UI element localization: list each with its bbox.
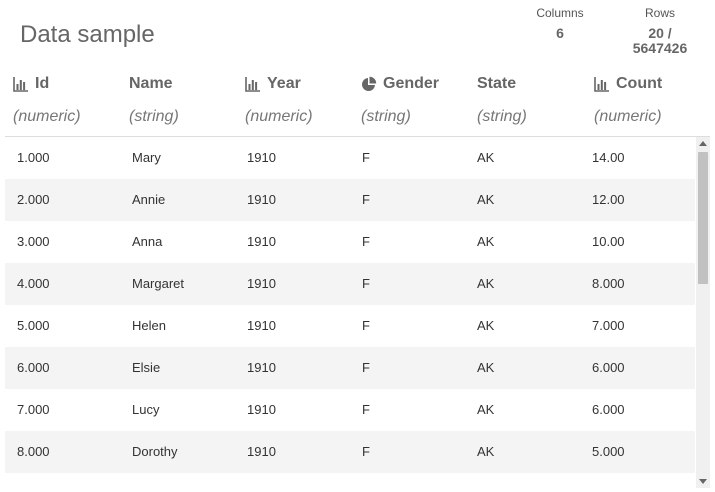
cell-year: 1910	[247, 192, 276, 207]
cell-name: Helen	[132, 318, 166, 333]
columns-label: Columns	[536, 6, 584, 20]
column-type: (numeric)	[245, 108, 313, 125]
column-name-text: Gender	[383, 75, 440, 92]
bar-chart-icon	[13, 76, 29, 92]
table-header: Id (numeric) Name (string) Year (numeric) Gend…	[5, 64, 710, 137]
column-name-text: Count	[616, 75, 663, 92]
cell-year: 1910	[247, 360, 276, 375]
cell-year: 1910	[247, 234, 276, 249]
scroll-down-arrow-icon[interactable]	[699, 479, 707, 484]
cell-id: 1.000	[17, 150, 50, 165]
cell-id: 6.000	[17, 360, 50, 375]
table-body[interactable]: 1.000 Mary 1910 F AK 14.00 2.000 Annie 1910 F AK 12…	[5, 137, 695, 473]
table-row[interactable]: 7.000 Lucy 1910 F AK 6.000	[5, 389, 695, 431]
column-type: (numeric)	[594, 108, 662, 125]
table-row[interactable]: 3.000 Anna 1910 F AK 10.00	[5, 221, 695, 263]
cell-gender: F	[362, 444, 370, 459]
rows-count: 20 / 5647426	[620, 26, 700, 56]
scroll-thumb[interactable]	[698, 152, 708, 284]
columns-count: 6	[556, 25, 564, 41]
cell-state: AK	[477, 318, 495, 333]
column-name-text: Name	[129, 75, 173, 92]
cell-year: 1910	[247, 150, 276, 165]
column-name: Name	[129, 74, 173, 94]
cell-id: 8.000	[17, 444, 50, 459]
cell-year: 1910	[247, 276, 276, 291]
bar-chart-icon	[245, 76, 261, 92]
column-type: (string)	[361, 108, 411, 125]
cell-state: AK	[477, 276, 495, 291]
column-name: Year	[245, 74, 301, 94]
column-name: Gender	[361, 74, 439, 94]
page-title: Data sample	[20, 21, 155, 48]
table-row[interactable]: 5.000 Helen 1910 F AK 7.000	[5, 305, 695, 347]
cell-id: 7.000	[17, 402, 50, 417]
cell-id: 5.000	[17, 318, 50, 333]
cell-id: 2.000	[17, 192, 50, 207]
rows-label: Rows	[644, 6, 675, 20]
cell-count: 12.00	[592, 192, 625, 207]
column-name-text: Year	[267, 75, 301, 92]
cell-id: 4.000	[17, 276, 50, 291]
table-row[interactable]: 1.000 Mary 1910 F AK 14.00	[5, 137, 695, 179]
cell-count: 10.00	[592, 234, 625, 249]
column-name-text: State	[477, 75, 517, 92]
column-name-text: Id	[35, 75, 50, 92]
cell-id: 3.000	[17, 234, 50, 249]
cell-gender: F	[362, 234, 370, 249]
cell-state: AK	[477, 234, 495, 249]
rows-stat: Rows 20 / 5647426	[620, 6, 700, 56]
cell-year: 1910	[247, 402, 276, 417]
cell-gender: F	[362, 150, 370, 165]
cell-gender: F	[362, 318, 370, 333]
cell-name: Anna	[132, 234, 163, 249]
column-type: (numeric)	[13, 108, 81, 125]
table-row[interactable]: 6.000 Elsie 1910 F AK 6.000	[5, 347, 695, 389]
table-row[interactable]: 4.000 Margaret 1910 F AK 8.000	[5, 263, 695, 305]
cell-state: AK	[477, 444, 495, 459]
cell-state: AK	[477, 150, 495, 165]
cell-name: Elsie	[132, 360, 161, 375]
columns-stat: Columns 6	[520, 6, 600, 41]
cell-state: AK	[477, 360, 495, 375]
cell-name: Mary	[132, 150, 161, 165]
cell-gender: F	[362, 360, 370, 375]
cell-count: 14.00	[592, 150, 625, 165]
cell-state: AK	[477, 402, 495, 417]
cell-name: Lucy	[132, 402, 160, 417]
bar-chart-icon	[594, 76, 610, 92]
column-name: State	[477, 74, 516, 94]
vertical-scrollbar[interactable]	[696, 137, 710, 488]
rows-count-sample: 20 /	[648, 25, 672, 41]
cell-count: 8.000	[592, 276, 625, 291]
table-row[interactable]: 2.000 Annie 1910 F AK 12.00	[5, 179, 695, 221]
cell-count: 7.000	[592, 318, 625, 333]
rows-count-total: 5647426	[632, 40, 688, 56]
cell-name: Dorothy	[132, 444, 178, 459]
cell-gender: F	[362, 276, 370, 291]
scroll-up-arrow-icon[interactable]	[699, 141, 707, 146]
cell-state: AK	[477, 192, 495, 207]
cell-year: 1910	[247, 318, 276, 333]
column-type: (string)	[129, 108, 179, 125]
pie-chart-icon	[361, 76, 377, 92]
cell-count: 6.000	[592, 360, 625, 375]
cell-count: 5.000	[592, 444, 625, 459]
cell-year: 1910	[247, 444, 276, 459]
table-row[interactable]: 8.000 Dorothy 1910 F AK 5.000	[5, 431, 695, 473]
cell-name: Annie	[132, 192, 166, 207]
cell-gender: F	[362, 402, 370, 417]
cell-count: 6.000	[592, 402, 625, 417]
column-type: (string)	[477, 108, 527, 125]
column-name: Count	[594, 74, 662, 94]
cell-gender: F	[362, 192, 370, 207]
column-name: Id	[13, 74, 49, 94]
cell-name: Margaret	[132, 276, 185, 291]
